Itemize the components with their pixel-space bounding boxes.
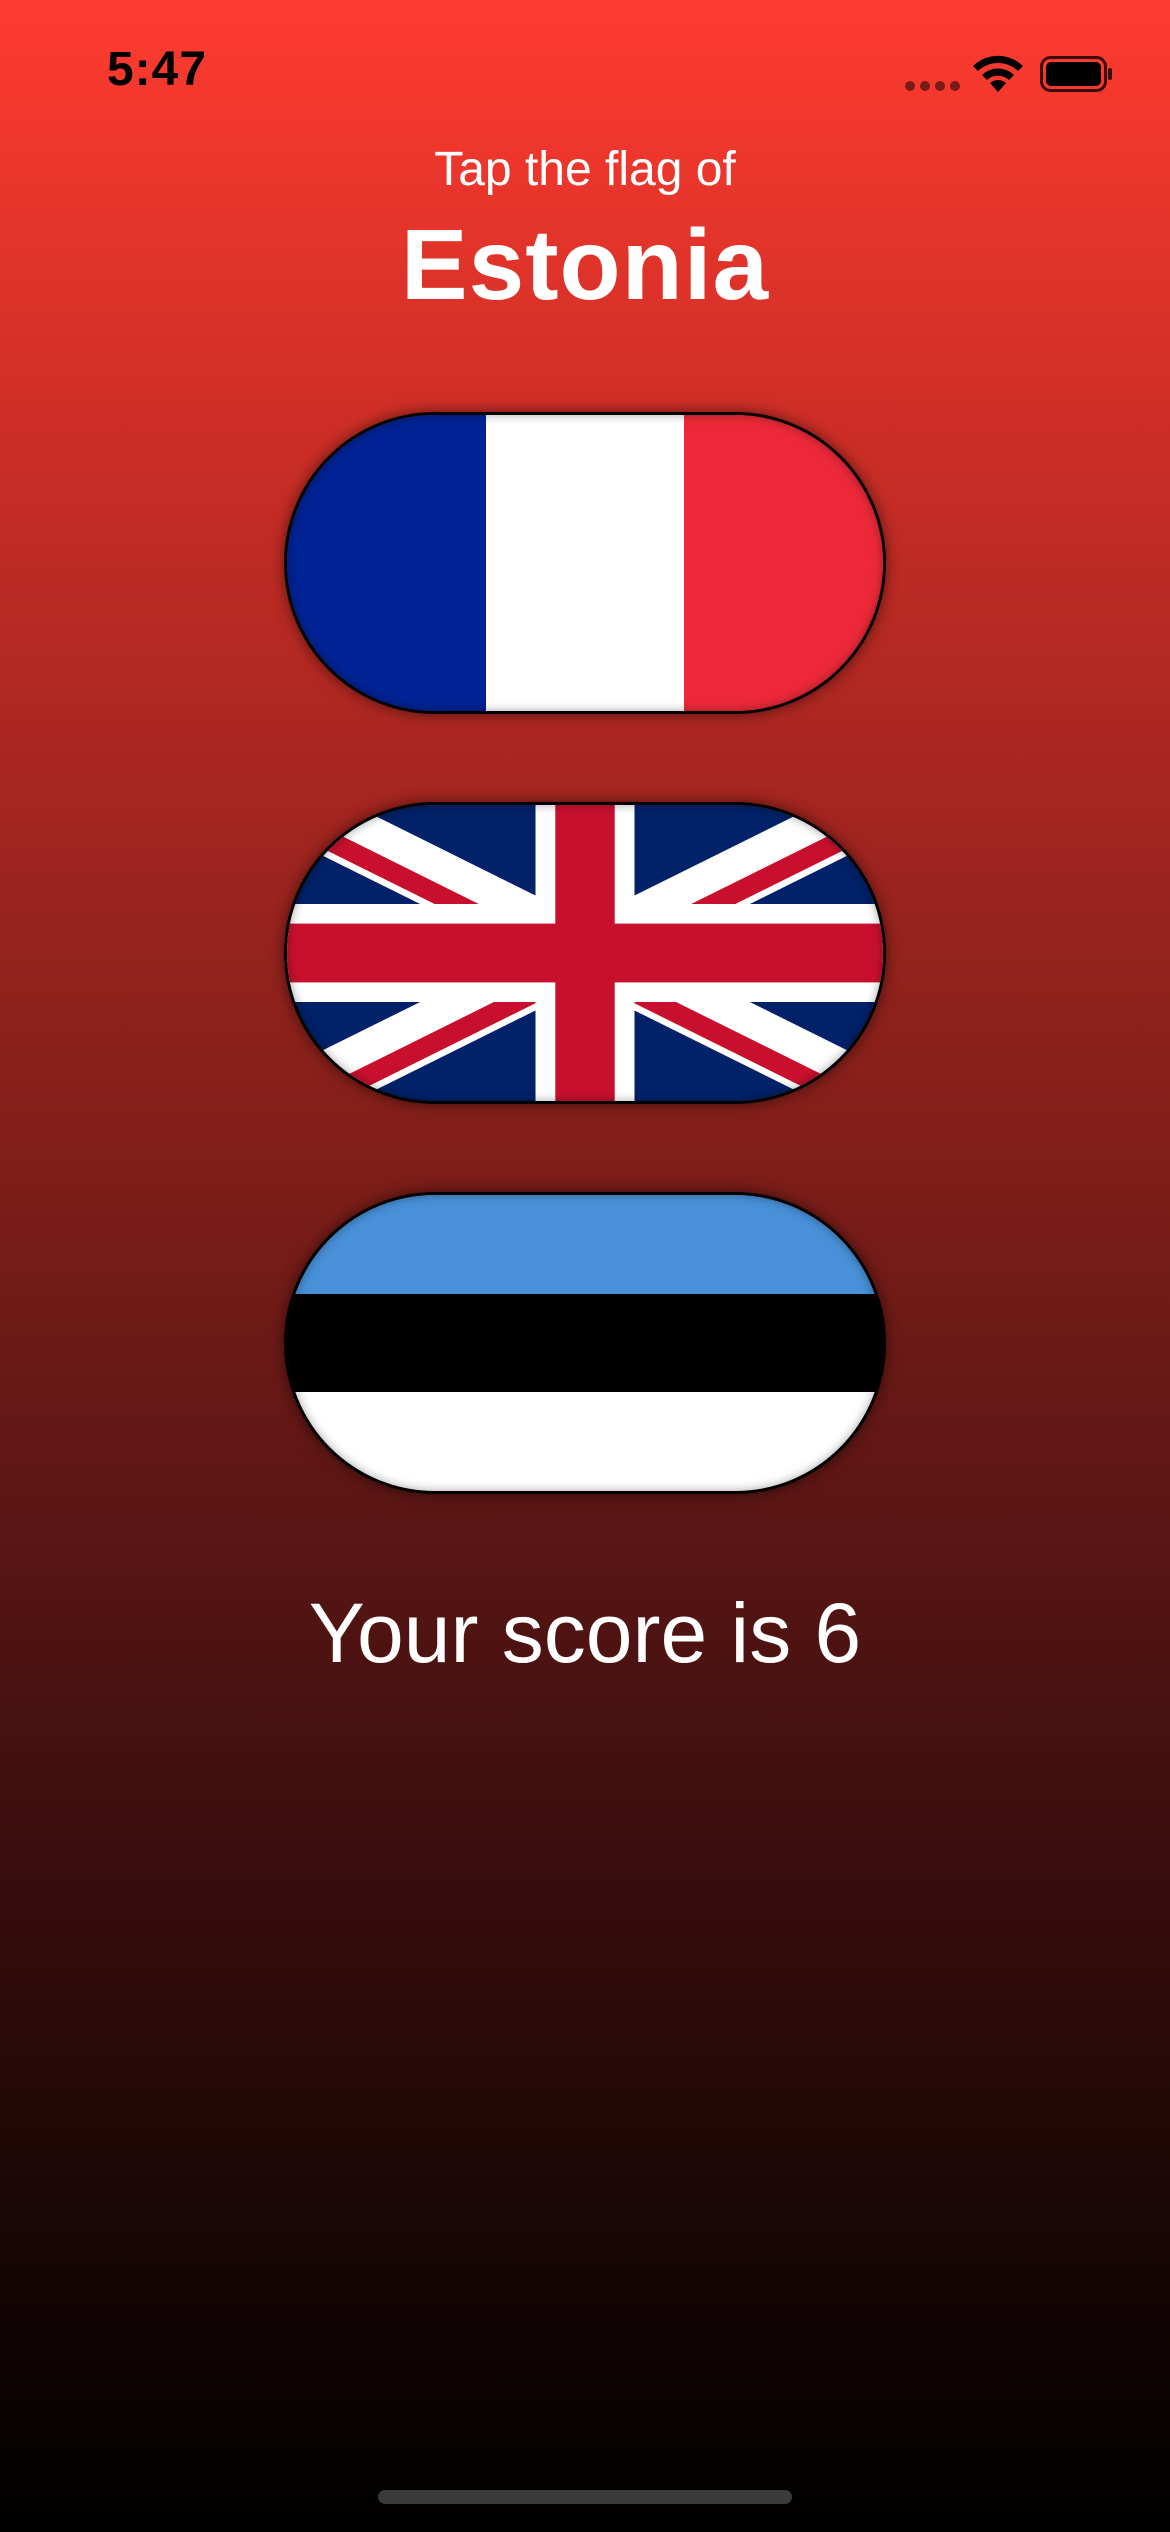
estonia-flag-icon — [287, 1195, 883, 1491]
battery-icon — [1040, 56, 1112, 92]
status-bar: 5:47 — [0, 0, 1170, 150]
uk-flag-icon — [287, 805, 883, 1101]
flag-button-france[interactable] — [284, 412, 886, 714]
wifi-icon — [973, 55, 1023, 92]
country-name: Estonia — [400, 209, 770, 321]
france-flag-icon — [287, 415, 883, 711]
prompt-text: Tap the flag of — [434, 143, 736, 196]
home-indicator[interactable] — [378, 2490, 792, 2504]
score-label: Your score is 6 — [308, 1586, 862, 1680]
flag-button-uk[interactable] — [284, 802, 886, 1104]
flag-button-estonia[interactable] — [284, 1192, 886, 1494]
cellular-signal-icon — [905, 81, 961, 91]
status-time: 5:47 — [107, 43, 208, 96]
